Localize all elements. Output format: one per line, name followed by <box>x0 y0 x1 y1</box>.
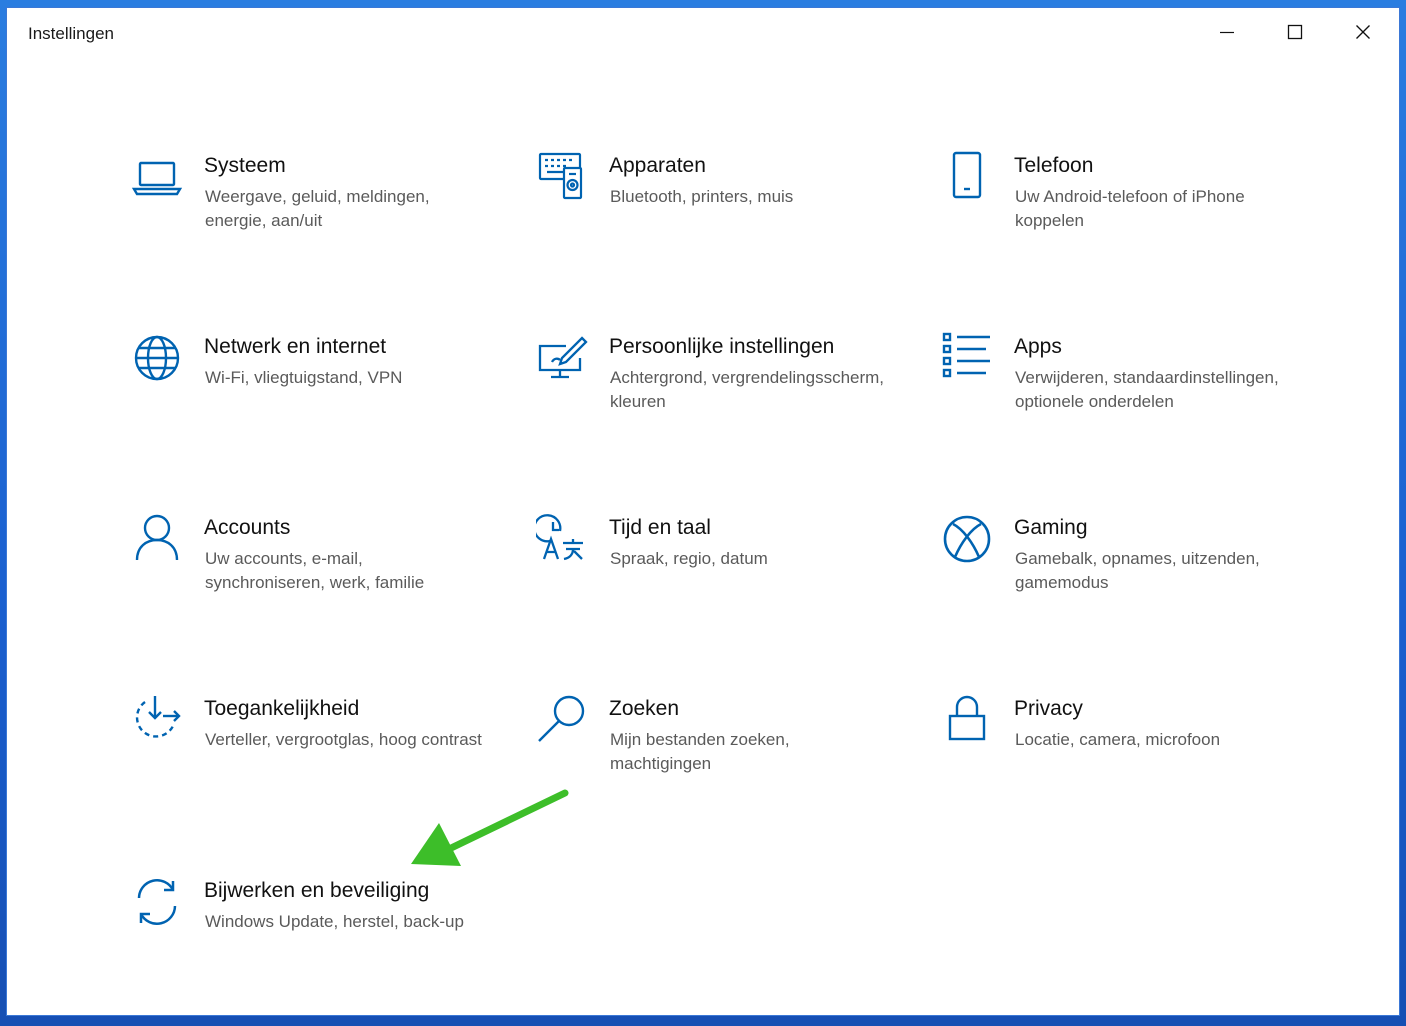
sync-icon <box>131 876 183 928</box>
tile-title: Telefoon <box>1014 154 1094 177</box>
tile-title: Apparaten <box>609 154 706 177</box>
tile-description: Weergave, geluid, meldingen, energie, aa… <box>205 187 430 230</box>
tile-title: Tijd en taal <box>609 516 711 539</box>
maximize-icon <box>1287 24 1303 40</box>
tile-description: Achtergrond, vergrendelingsscherm, kleur… <box>610 368 885 411</box>
tile-description: Uw accounts, e-mail, synchroniseren, wer… <box>205 549 425 592</box>
apps-list-icon <box>941 332 993 384</box>
tile-netwerk[interactable]: Netwerk en internet Wi-Fi, vliegtuigstan… <box>131 332 491 472</box>
tile-title: Privacy <box>1014 697 1083 720</box>
tile-description: Uw Android-telefoon of iPhone koppelen <box>1015 187 1245 230</box>
tile-title: Gaming <box>1014 516 1088 539</box>
tile-persoonlijke-instellingen[interactable]: Persoonlijke instellingen Achtergrond, v… <box>536 332 896 472</box>
tile-title: Persoonlijke instellingen <box>609 335 835 358</box>
tile-description: Mijn bestanden zoeken, machtigingen <box>610 730 790 773</box>
maximize-button[interactable] <box>1261 8 1329 56</box>
tile-title: Toegankelijkheid <box>204 697 360 720</box>
tile-description: Locatie, camera, microfoon <box>1015 730 1221 749</box>
tile-apps[interactable]: Apps Verwijderen, standaardinstellingen,… <box>941 332 1301 472</box>
tile-description: Wi-Fi, vliegtuigstand, VPN <box>205 368 403 387</box>
tile-description: Spraak, regio, datum <box>610 549 768 568</box>
tile-tijd-en-taal[interactable]: Tijd en taal Spraak, regio, datum <box>536 513 896 653</box>
tile-systeem[interactable]: Systeem Weergave, geluid, meldingen, ene… <box>131 151 491 291</box>
ease-of-access-icon <box>131 694 183 746</box>
annotation-arrow-icon <box>411 789 569 866</box>
window-title: Instellingen <box>28 24 115 43</box>
tile-description: Verteller, vergrootglas, hoog contrast <box>205 730 482 749</box>
tile-description: Windows Update, herstel, back-up <box>205 912 464 931</box>
tile-title: Systeem <box>204 154 286 177</box>
tile-title: Bijwerken en beveiliging <box>204 879 430 902</box>
personalization-icon <box>536 332 588 384</box>
devices-icon <box>536 151 588 203</box>
desktop-background: Instellingen Systeem Weergave, geluid, m… <box>0 0 1406 1026</box>
tile-title: Apps <box>1014 335 1062 358</box>
tile-apparaten[interactable]: Apparaten Bluetooth, printers, muis <box>536 151 896 291</box>
tile-title: Accounts <box>204 516 291 539</box>
lock-icon <box>941 694 993 746</box>
tile-telefoon[interactable]: Telefoon Uw Android-telefoon of iPhone k… <box>941 151 1301 291</box>
tile-bijwerken-en-beveiliging[interactable]: Bijwerken en beveiliging Windows Update,… <box>131 876 491 1016</box>
minimize-button[interactable] <box>1193 8 1261 56</box>
tile-zoeken[interactable]: Zoeken Mijn bestanden zoeken, machtiging… <box>536 694 896 834</box>
phone-icon <box>941 151 993 203</box>
tile-description: Verwijderen, standaardinstellingen, opti… <box>1015 368 1279 411</box>
close-button[interactable] <box>1329 8 1397 56</box>
tile-title: Zoeken <box>609 697 680 720</box>
globe-icon <box>131 332 183 384</box>
xbox-icon <box>941 513 993 565</box>
tile-accounts[interactable]: Accounts Uw accounts, e-mail, synchronis… <box>131 513 491 653</box>
minimize-icon <box>1220 31 1234 34</box>
person-icon <box>131 513 183 565</box>
close-icon <box>1356 25 1370 39</box>
settings-window: Instellingen Systeem Weergave, geluid, m… <box>7 8 1399 1015</box>
tile-title: Netwerk en internet <box>204 335 387 358</box>
tile-description: Gamebalk, opnames, uitzenden, gamemodus <box>1015 549 1260 592</box>
search-icon <box>536 694 588 746</box>
laptop-icon <box>131 151 183 203</box>
title-bar[interactable]: Instellingen <box>7 8 1399 60</box>
tile-privacy[interactable]: Privacy Locatie, camera, microfoon <box>941 694 1301 834</box>
time-language-icon <box>536 513 588 565</box>
tile-description: Bluetooth, printers, muis <box>610 187 794 206</box>
tile-gaming[interactable]: Gaming Gamebalk, opnames, uitzenden, gam… <box>941 513 1301 653</box>
